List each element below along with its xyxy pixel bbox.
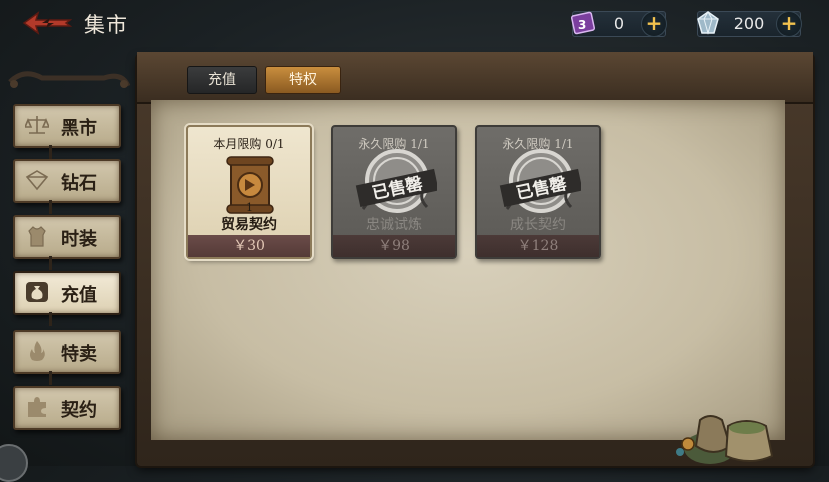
- sidebar-item-costume[interactable]: 时装: [13, 215, 121, 259]
- iron-hook-decoration: [8, 71, 131, 88]
- flame-icon: [30, 341, 45, 361]
- costume-icon: [28, 226, 46, 247]
- price-label: ￥128: [477, 235, 599, 257]
- sidebar-item-label: 黑市: [61, 118, 97, 139]
- diamond-icon: [697, 10, 719, 35]
- ticket-counter: 3 0 +: [570, 11, 667, 37]
- product-card-trade-contract[interactable]: 本月限购 0/1 1 贸易契约 ￥30: [186, 125, 312, 259]
- money-bag-icon: [26, 282, 48, 302]
- puzzle-icon: [28, 397, 46, 417]
- hanging-wire: [49, 200, 52, 214]
- sidebar-item-special-sale[interactable]: 特卖: [13, 330, 121, 374]
- add-ticket-button[interactable]: +: [641, 11, 667, 37]
- tab-privilege[interactable]: 特权: [265, 66, 341, 94]
- sidebar-item-label: 钻石: [61, 173, 97, 194]
- add-diamond-button[interactable]: +: [776, 11, 802, 37]
- sidebar-item-label: 契约: [61, 400, 97, 421]
- sidebar-item-label: 时装: [61, 229, 97, 250]
- price-label: ￥98: [333, 235, 455, 257]
- page-title: 集市: [84, 13, 128, 37]
- back-arrow-icon: [22, 11, 73, 35]
- sidebar-item-contract[interactable]: 契约: [13, 386, 121, 430]
- top-bar: 集市 3 0 + 200 +: [0, 0, 829, 50]
- hanging-wire: [49, 145, 52, 159]
- coin-sacks-decoration: [676, 415, 774, 464]
- tab-recharge[interactable]: 充值: [187, 66, 257, 94]
- sold-out-stamp: 已售罄: [355, 149, 437, 213]
- price-label: ￥30: [188, 235, 310, 257]
- sidebar-item-label: 特卖: [61, 344, 97, 365]
- sidebar-item-recharge[interactable]: 充值: [13, 271, 121, 315]
- scales-icon: [25, 116, 49, 134]
- svg-text:3: 3: [578, 18, 586, 32]
- product-card-growth-contract[interactable]: 永久限购 1/1 成长契约 已售罄 ￥128: [475, 125, 601, 259]
- sidebar-item-diamond[interactable]: 钻石: [13, 159, 121, 203]
- hanging-wire: [49, 256, 52, 270]
- back-button[interactable]: [22, 10, 74, 36]
- purchase-limit: 本月限购 0/1: [213, 137, 285, 151]
- hanging-wire: [49, 312, 52, 326]
- diamond-count: 200: [733, 14, 765, 33]
- diamond-icon: [25, 170, 49, 191]
- item-quantity: 1: [246, 201, 253, 214]
- sold-out-stamp: 已售罄: [499, 149, 581, 213]
- product-name: 贸易契约: [221, 217, 277, 233]
- hanging-wire: [49, 371, 52, 385]
- sidebar-item-label: 充值: [61, 285, 97, 306]
- product-card-loyalty-trial[interactable]: 永久限购 1/1 忠诚试炼 已售罄 ￥98: [331, 125, 457, 259]
- diamond-counter: 200 +: [697, 10, 802, 37]
- sidebar-item-black-market[interactable]: 黑市: [13, 104, 121, 148]
- corner-menu-button[interactable]: [0, 444, 28, 482]
- ticket-icon: 3: [570, 11, 596, 35]
- ticket-count: 0: [613, 14, 625, 33]
